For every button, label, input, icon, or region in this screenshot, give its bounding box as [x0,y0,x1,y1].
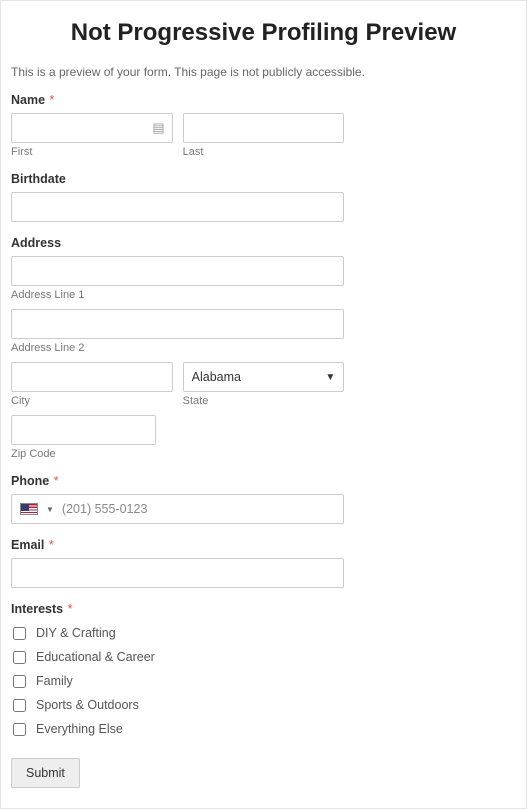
phone-label-text: Phone [11,474,49,488]
submit-button[interactable]: Submit [11,758,80,788]
interest-label: Family [36,674,73,688]
name-group: Name * ▤ First Last [11,93,516,158]
email-wrap [11,558,344,588]
state-select[interactable]: Alabama ▼ [183,362,345,392]
city-state-row: City Alabama ▼ State [11,362,344,407]
birthdate-label: Birthdate [11,172,516,186]
city-sublabel: City [11,395,173,407]
address-line1-sublabel: Address Line 1 [11,289,344,301]
email-input[interactable] [11,558,344,588]
email-label: Email * [11,538,516,552]
interests-group: Interests * DIY & Crafting Educational &… [11,602,516,736]
interest-diy[interactable]: DIY & Crafting [13,626,516,640]
name-label: Name * [11,93,516,107]
chevron-down-icon: ▼ [325,372,335,383]
phone-required: * [54,474,59,488]
interest-everything[interactable]: Everything Else [13,722,516,736]
chevron-down-icon: ▼ [46,505,54,514]
birthdate-group: Birthdate [11,172,516,222]
phone-input[interactable]: ▼ (201) 555-0123 [11,494,344,524]
zip-sublabel: Zip Code [11,448,156,460]
name-required: * [50,93,55,107]
phone-wrap: ▼ (201) 555-0123 [11,494,344,524]
address-line1-input[interactable] [11,256,344,286]
state-value: Alabama [192,370,241,384]
address-line1-wrap: Address Line 1 [11,256,344,301]
last-name-col: Last [183,113,345,158]
email-label-text: Email [11,538,44,552]
address-line2-sublabel: Address Line 2 [11,342,344,354]
city-input[interactable] [11,362,173,392]
address-line2-wrap: Address Line 2 [11,309,344,354]
interest-educational[interactable]: Educational & Career [13,650,516,664]
phone-group: Phone * ▼ (201) 555-0123 [11,474,516,524]
first-name-wrap: ▤ [11,113,173,143]
birthdate-wrap [11,192,344,222]
us-flag-icon [20,503,38,515]
interests-required: * [68,602,73,616]
interest-label: Sports & Outdoors [36,698,139,712]
interests-list: DIY & Crafting Educational & Career Fami… [11,626,516,736]
zip-wrap: Zip Code [11,415,156,460]
city-col: City [11,362,173,407]
name-row: ▤ First Last [11,113,344,158]
name-label-text: Name [11,93,45,107]
form-container: Not Progressive Profiling Preview This i… [0,0,527,809]
zip-input[interactable] [11,415,156,445]
first-name-input[interactable] [11,113,173,143]
last-name-sublabel: Last [183,146,345,158]
checkbox[interactable] [13,699,26,712]
interest-sports[interactable]: Sports & Outdoors [13,698,516,712]
first-name-sublabel: First [11,146,173,158]
email-required: * [49,538,54,552]
checkbox[interactable] [13,627,26,640]
address-label: Address [11,236,516,250]
state-sublabel: State [183,395,345,407]
first-name-col: ▤ First [11,113,173,158]
address-group: Address Address Line 1 Address Line 2 Ci… [11,236,516,460]
page-title: Not Progressive Profiling Preview [11,19,516,47]
phone-label: Phone * [11,474,516,488]
checkbox[interactable] [13,723,26,736]
interest-label: Everything Else [36,722,123,736]
email-group: Email * [11,538,516,588]
state-col: Alabama ▼ State [183,362,345,407]
last-name-input[interactable] [183,113,345,143]
interest-label: Educational & Career [36,650,155,664]
preview-note: This is a preview of your form. This pag… [11,65,516,79]
checkbox[interactable] [13,675,26,688]
interest-label: DIY & Crafting [36,626,116,640]
interests-label-text: Interests [11,602,63,616]
interests-label: Interests * [11,602,516,616]
address-line2-input[interactable] [11,309,344,339]
checkbox[interactable] [13,651,26,664]
birthdate-input[interactable] [11,192,344,222]
phone-placeholder: (201) 555-0123 [62,502,147,516]
interest-family[interactable]: Family [13,674,516,688]
